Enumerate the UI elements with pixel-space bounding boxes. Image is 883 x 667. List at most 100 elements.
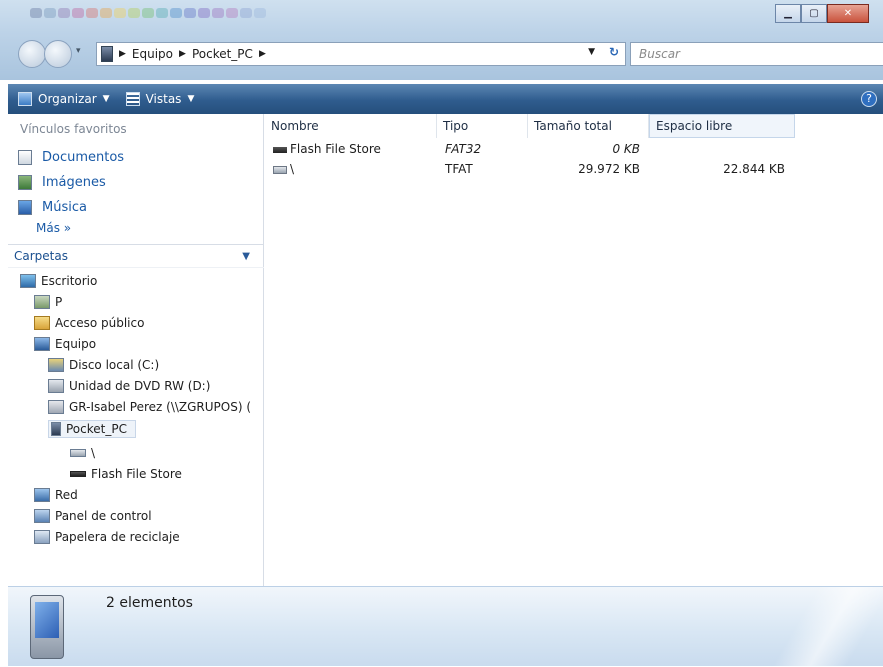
tree-item-red[interactable]: Red <box>34 488 78 502</box>
tree-label: GR-Isabel Perez (\\ZGRUPOS) ( <box>69 400 252 414</box>
pictures-icon <box>18 175 32 190</box>
tree-label: Disco local (C:) <box>69 358 160 372</box>
title-decoration <box>30 8 320 20</box>
back-forward-group: ▾ <box>18 40 98 68</box>
tree-label: \ <box>91 446 96 460</box>
tree-label: P <box>55 295 63 309</box>
row-type: FAT32 <box>445 142 482 156</box>
chevron-down-icon: ▼ <box>187 94 195 104</box>
folders-title: Carpetas <box>14 249 68 263</box>
forward-button[interactable] <box>44 40 72 68</box>
dvd-drive-icon <box>48 379 64 393</box>
pocket-pc-icon <box>30 595 64 659</box>
user-folder-icon <box>34 295 50 309</box>
row-name-text: \ <box>290 162 295 176</box>
pocket-pc-icon <box>101 46 113 62</box>
close-button[interactable]: ✕ <box>827 4 869 23</box>
organize-icon <box>18 92 32 106</box>
help-icon[interactable]: ? <box>861 91 877 107</box>
tree-item-root[interactable]: \ <box>70 446 95 460</box>
tree-label: Pocket_PC <box>66 422 127 436</box>
folder-icon <box>34 316 50 330</box>
tree-item-panel-control[interactable]: Panel de control <box>34 509 152 523</box>
maximize-button[interactable]: ▢ <box>801 4 827 23</box>
search-placeholder: Buscar <box>639 47 680 61</box>
column-header-tipo[interactable]: Tipo <box>437 114 528 138</box>
favorites-title: Vínculos favoritos <box>20 122 127 136</box>
chevron-right-icon[interactable]: ▶ <box>179 49 186 59</box>
favorite-imagenes[interactable]: Imágenes <box>18 175 106 190</box>
tree-item-equipo[interactable]: Equipo <box>34 337 96 351</box>
network-icon <box>34 488 50 502</box>
removable-drive-icon <box>273 165 287 174</box>
title-bar: ▁ ▢ ✕ ▾ ▶ Equipo ▶ Pocket_PC ▶ ▼ ↻ Busca… <box>0 0 883 80</box>
table-row[interactable]: Flash File Store FAT32 0 KB <box>265 142 805 160</box>
network-drive-disconnected-icon <box>48 400 64 414</box>
navigation-pane: Vínculos favoritos Documentos Imágenes M… <box>8 114 264 586</box>
organize-button[interactable]: Organizar ▼ <box>18 92 110 106</box>
navigation-row: ▾ ▶ Equipo ▶ Pocket_PC ▶ ▼ ↻ Buscar ⌕ <box>18 38 883 68</box>
address-dropdown-icon[interactable]: ▼ <box>588 47 595 57</box>
column-header-nombre[interactable]: Nombre <box>265 114 437 138</box>
tree-item-user[interactable]: P <box>34 295 62 309</box>
chevron-down-icon: ▼ <box>102 94 110 104</box>
tree-label: Unidad de DVD RW (D:) <box>69 379 211 393</box>
favorite-musica[interactable]: Música <box>18 200 87 215</box>
flash-store-icon <box>70 471 86 477</box>
tree-label: Papelera de reciclaje <box>55 530 180 544</box>
command-toolbar: Organizar ▼ Vistas ▼ ? <box>8 84 883 114</box>
music-icon <box>18 200 32 215</box>
breadcrumb-pocket-pc[interactable]: Pocket_PC <box>192 47 253 61</box>
favorite-label: Música <box>42 200 87 215</box>
tree-item-disco-local[interactable]: Disco local (C:) <box>48 358 159 372</box>
item-count: 2 elementos <box>106 595 193 611</box>
tree-label: Equipo <box>55 337 97 351</box>
file-list: Nombre Tipo Tamaño total Espacio libre F… <box>265 114 883 586</box>
desktop-icon <box>20 274 36 288</box>
drive-icon <box>48 358 64 372</box>
window-controls: ▁ ▢ ✕ <box>775 4 869 23</box>
folders-header[interactable]: Carpetas ▼ <box>8 244 264 268</box>
table-row[interactable]: \ TFAT 29.972 KB 22.844 KB <box>265 162 805 180</box>
refresh-icon[interactable]: ↻ <box>609 45 619 59</box>
pocket-pc-icon <box>51 422 61 436</box>
favorite-label: Imágenes <box>42 175 106 190</box>
chevron-right-icon[interactable]: ▶ <box>259 49 266 59</box>
tree-label: Red <box>55 488 78 502</box>
tree-item-acceso-publico[interactable]: Acceso público <box>34 316 144 330</box>
views-button[interactable]: Vistas ▼ <box>125 92 195 106</box>
tree-item-escritorio[interactable]: Escritorio <box>20 274 97 288</box>
tree-item-network-drive[interactable]: GR-Isabel Perez (\\ZGRUPOS) ( <box>48 400 251 414</box>
address-bar[interactable]: ▶ Equipo ▶ Pocket_PC ▶ ▼ ↻ <box>96 42 626 66</box>
column-header-tamano-total[interactable]: Tamaño total <box>528 114 649 138</box>
tree-item-flash-file-store[interactable]: Flash File Store <box>70 467 182 481</box>
more-favorites-link[interactable]: Más » <box>36 221 71 235</box>
details-pane: 2 elementos <box>8 586 883 667</box>
tree-item-dvd[interactable]: Unidad de DVD RW (D:) <box>48 379 210 393</box>
breadcrumb-equipo[interactable]: Equipo <box>132 47 173 61</box>
control-panel-icon <box>34 509 50 523</box>
column-header-espacio-libre[interactable]: Espacio libre <box>649 114 795 138</box>
computer-icon <box>34 337 50 351</box>
minimize-button[interactable]: ▁ <box>775 4 801 23</box>
back-button[interactable] <box>18 40 46 68</box>
tree-item-pocket-pc[interactable]: Pocket_PC <box>48 420 136 438</box>
documents-icon <box>18 150 32 165</box>
flash-store-icon <box>273 146 287 153</box>
organize-label: Organizar <box>38 92 97 106</box>
tree-item-papelera[interactable]: Papelera de reciclaje <box>34 530 180 544</box>
row-total-size: 0 KB <box>612 142 640 156</box>
row-free-space: 22.844 KB <box>723 162 785 176</box>
views-label: Vistas <box>145 92 182 106</box>
chevron-down-icon[interactable]: ▼ <box>242 251 250 262</box>
chevron-right-icon[interactable]: ▶ <box>119 49 126 59</box>
tree-label: Panel de control <box>55 509 152 523</box>
history-dropdown-icon[interactable]: ▾ <box>76 46 81 56</box>
tree-label: Acceso público <box>55 316 145 330</box>
favorite-documentos[interactable]: Documentos <box>18 150 124 165</box>
search-input[interactable]: Buscar ⌕ <box>630 42 883 66</box>
row-name: \ <box>273 162 294 176</box>
tree-label: Escritorio <box>41 274 98 288</box>
row-name-text: Flash File Store <box>290 142 381 156</box>
tree-label: Flash File Store <box>91 467 182 481</box>
